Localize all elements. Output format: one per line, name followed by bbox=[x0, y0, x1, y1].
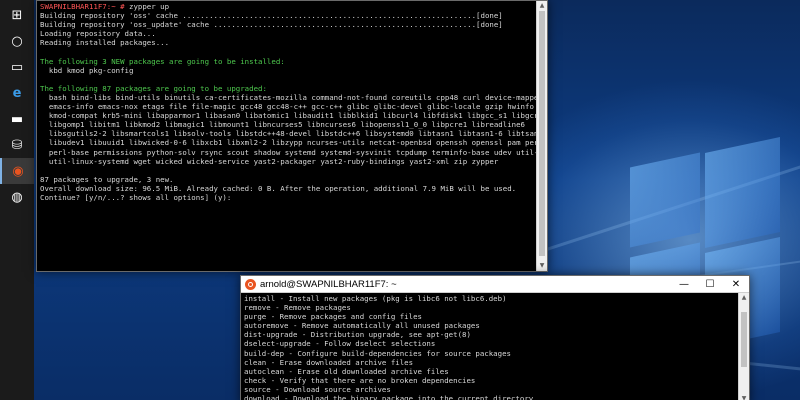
search-icon[interactable]: ○ bbox=[0, 28, 34, 54]
taskbar: ⊞ ○ ▭ e ▬ ⛁ ◉ ◍ bbox=[0, 0, 34, 400]
terminal-line: source - Download source archives bbox=[244, 384, 391, 394]
scroll-thumb[interactable] bbox=[741, 312, 747, 367]
scroll-down-arrow[interactable]: ▼ bbox=[540, 261, 545, 271]
terminal-line: Continue? [y/n/...? shows all options] (… bbox=[40, 192, 232, 202]
terminal-line: kbd kmod pkg-config bbox=[40, 65, 134, 75]
close-button[interactable]: ✕ bbox=[723, 276, 749, 293]
terminal-line: autoclean - Erase old downloaded archive… bbox=[244, 366, 449, 376]
scrollbar[interactable]: ▲ ▼ bbox=[536, 1, 547, 271]
terminal-line: libgomp1 libitm1 libkmod2 libmagic1 libm… bbox=[40, 120, 525, 130]
terminal-line: 87 packages to upgrade, 3 new. bbox=[40, 174, 174, 184]
terminal-line: kmod-compat krb5-mini libapparmor1 libas… bbox=[40, 111, 536, 121]
terminal-line: autoremove - Remove automatically all un… bbox=[244, 321, 480, 331]
terminal-line: Loading repository data... bbox=[40, 29, 156, 39]
terminal-line: download - Download the binary package i… bbox=[244, 394, 534, 400]
terminal-line: libsgutils2-2 libsmartcols1 libsolv-tool… bbox=[40, 129, 536, 139]
scroll-up-arrow[interactable]: ▲ bbox=[540, 1, 545, 11]
terminal-line: purge - Remove packages and config files bbox=[244, 312, 422, 322]
terminal-output[interactable]: install - Install new packages (pkg is l… bbox=[241, 293, 738, 400]
app-icon[interactable]: ◍ bbox=[0, 184, 34, 210]
ubuntu-icon bbox=[245, 278, 256, 290]
terminal-line: bash bind-libs bind-utils binutils ca-ce… bbox=[40, 92, 536, 102]
command-text: zypper up bbox=[129, 2, 170, 11]
scrollbar[interactable]: ▲ ▼ bbox=[738, 293, 749, 400]
terminal-line: The following 3 NEW packages are going t… bbox=[40, 56, 285, 66]
title-bar[interactable]: arnold@SWAPNILBHAR11F7: ~ — ☐ ✕ bbox=[241, 276, 749, 293]
ubuntu-icon[interactable]: ◉ bbox=[0, 158, 34, 184]
window-title: arnold@SWAPNILBHAR11F7: ~ bbox=[260, 278, 397, 290]
terminal-line: remove - Remove packages bbox=[244, 303, 351, 313]
scroll-up-arrow[interactable]: ▲ bbox=[742, 293, 747, 303]
file-explorer-icon[interactable]: ▬ bbox=[0, 106, 34, 132]
terminal-line: perl-base permissions python-solv rsync … bbox=[40, 147, 536, 157]
terminal-line: util-linux-systemd wget wicked wicked-se… bbox=[40, 156, 499, 166]
terminal-line: dist-upgrade - Distribution upgrade, see… bbox=[244, 330, 471, 340]
terminal-line: check - Verify that there are no broken … bbox=[244, 375, 476, 385]
scroll-down-arrow[interactable]: ▼ bbox=[742, 394, 747, 400]
maximize-button[interactable]: ☐ bbox=[697, 276, 723, 293]
terminal-line: Overall download size: 96.5 MiB. Already… bbox=[40, 183, 517, 193]
edge-icon[interactable]: e bbox=[0, 80, 34, 106]
terminal-line: dselect-upgrade - Follow dselect selecti… bbox=[244, 339, 436, 349]
minimize-button[interactable]: — bbox=[671, 276, 697, 293]
terminal-line: libudev1 libuuid1 libwicked-0-6 libxcb1 … bbox=[40, 138, 536, 148]
terminal-output[interactable]: SWAPNILBHAR11F7:~ # zypper up Building re… bbox=[37, 1, 536, 271]
terminal-line: Building repository 'oss' cache ........… bbox=[40, 11, 503, 21]
terminal-line: emacs-info emacs-nox etags file file-mag… bbox=[40, 102, 534, 112]
terminal-window-zypper[interactable]: SWAPNILBHAR11F7:~ # zypper up Building re… bbox=[36, 0, 548, 272]
task-view-icon[interactable]: ▭ bbox=[0, 54, 34, 80]
terminal-line: install - Install new packages (pkg is l… bbox=[244, 294, 507, 303]
start-icon[interactable]: ⊞ bbox=[0, 2, 34, 28]
terminal-window-ubuntu[interactable]: arnold@SWAPNILBHAR11F7: ~ — ☐ ✕ install … bbox=[240, 275, 750, 400]
terminal-line: The following 87 packages are going to b… bbox=[40, 83, 267, 93]
terminal-line: Reading installed packages... bbox=[40, 38, 170, 48]
store-icon[interactable]: ⛁ bbox=[0, 132, 34, 158]
scroll-thumb[interactable] bbox=[539, 11, 545, 256]
terminal-line: clean - Erase downloaded archive files bbox=[244, 357, 414, 367]
terminal-line: SWAPNILBHAR11F7:~ # zypper up bbox=[40, 2, 533, 11]
terminal-line: Building repository 'oss_update' cache .… bbox=[40, 20, 503, 30]
shell-prompt: SWAPNILBHAR11F7:~ # bbox=[40, 2, 129, 11]
terminal-line: build-dep - Configure build-dependencies… bbox=[244, 348, 511, 358]
